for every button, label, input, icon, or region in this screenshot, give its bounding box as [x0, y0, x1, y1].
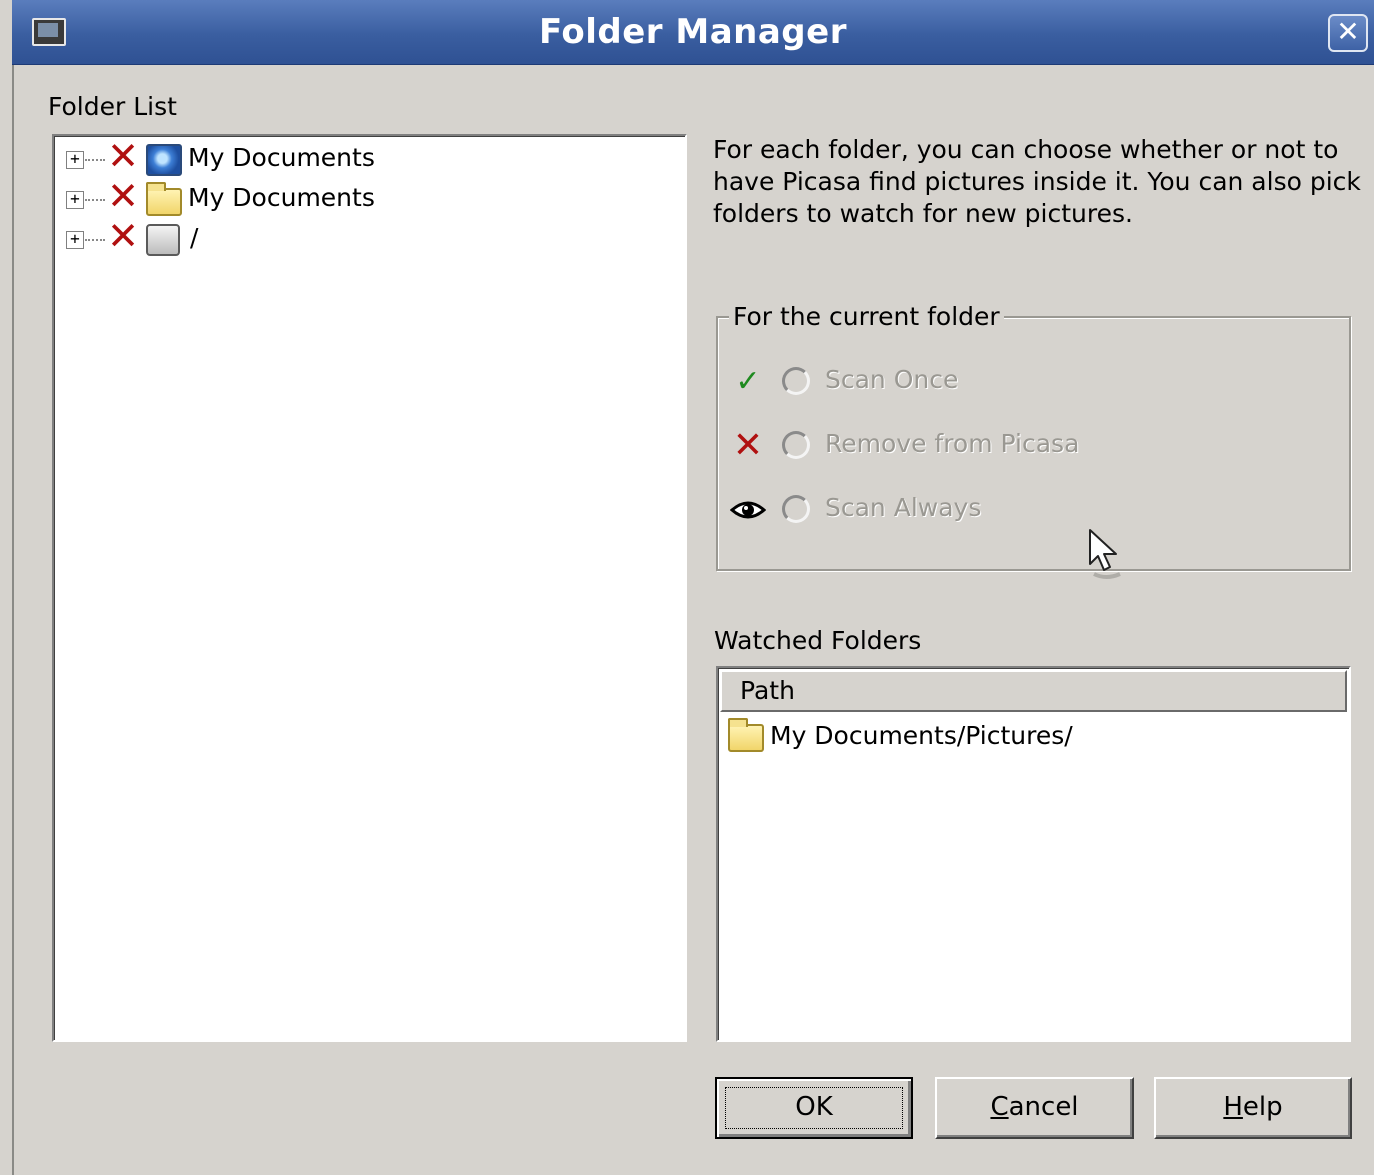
folder-icon — [146, 182, 182, 216]
option-remove-from-picasa[interactable]: ✕ Remove from Picasa — [730, 426, 1330, 466]
tree-item-label: My Documents — [188, 183, 375, 212]
scan-once-radio[interactable] — [782, 367, 810, 395]
expand-icon[interactable]: + — [66, 151, 84, 169]
watched-folders-label: Watched Folders — [714, 626, 922, 655]
tree-item-my-documents-special[interactable]: + ✕ My Documents — [66, 137, 666, 178]
expand-icon[interactable]: + — [66, 231, 84, 249]
drive-icon — [146, 224, 180, 256]
checkmark-icon: ✓ — [735, 364, 761, 399]
tree-connector — [85, 159, 105, 161]
remove-from-picasa-radio[interactable] — [782, 431, 810, 459]
option-scan-always[interactable]: Scan Always — [729, 490, 1330, 530]
my-documents-globe-icon — [146, 144, 182, 176]
instructions-text: For each folder, you can choose whether … — [713, 135, 1361, 228]
help-button[interactable]: Help — [1154, 1077, 1352, 1139]
watched-folder-path: My Documents/Pictures/ — [770, 721, 1073, 750]
mouse-pointer-icon — [1089, 529, 1121, 579]
help-mnemonic: H — [1223, 1092, 1243, 1122]
folder-icon — [728, 718, 764, 752]
current-folder-group-label: For the current folder — [729, 302, 1004, 331]
scan-always-label: Scan Always — [825, 493, 982, 522]
expand-icon[interactable]: + — [66, 191, 84, 209]
tree-item-root[interactable]: + ✕ / — [66, 217, 666, 258]
watched-folder-row[interactable]: My Documents/Pictures/ — [728, 716, 1328, 756]
window-title: Folder Manager — [539, 12, 847, 52]
eye-icon — [729, 490, 767, 530]
tree-item-label: / — [190, 223, 199, 252]
help-button-label: elp — [1242, 1092, 1283, 1122]
scan-once-label: Scan Once — [825, 365, 959, 394]
folder-tree[interactable]: + ✕ My Documents + ✕ My Documents + ✕ / — [52, 134, 687, 1042]
remove-x-icon: ✕ — [732, 425, 764, 466]
option-scan-once[interactable]: ✓ Scan Once — [730, 362, 1330, 402]
watched-folders-list[interactable]: Path My Documents/Pictures/ — [716, 666, 1351, 1042]
tree-connector — [85, 199, 105, 201]
cancel-mnemonic: C — [990, 1092, 1009, 1122]
remove-x-icon: ✕ — [107, 214, 139, 258]
folder-list-label: Folder List — [48, 92, 177, 121]
ok-button-label: OK — [795, 1092, 833, 1122]
tree-connector — [85, 239, 105, 241]
close-button[interactable]: ✕ — [1328, 14, 1368, 52]
cancel-button[interactable]: Cancel — [935, 1077, 1134, 1139]
remove-x-icon: ✕ — [107, 134, 139, 178]
ok-button[interactable]: OK — [715, 1077, 913, 1139]
scan-always-radio[interactable] — [782, 495, 810, 523]
remove-from-picasa-label: Remove from Picasa — [825, 429, 1080, 458]
cancel-button-label: ancel — [1008, 1092, 1079, 1122]
tree-item-my-documents-folder[interactable]: + ✕ My Documents — [66, 177, 666, 218]
path-column-header[interactable]: Path — [720, 670, 1347, 712]
remove-x-icon: ✕ — [107, 174, 139, 218]
tree-item-label: My Documents — [188, 143, 375, 172]
